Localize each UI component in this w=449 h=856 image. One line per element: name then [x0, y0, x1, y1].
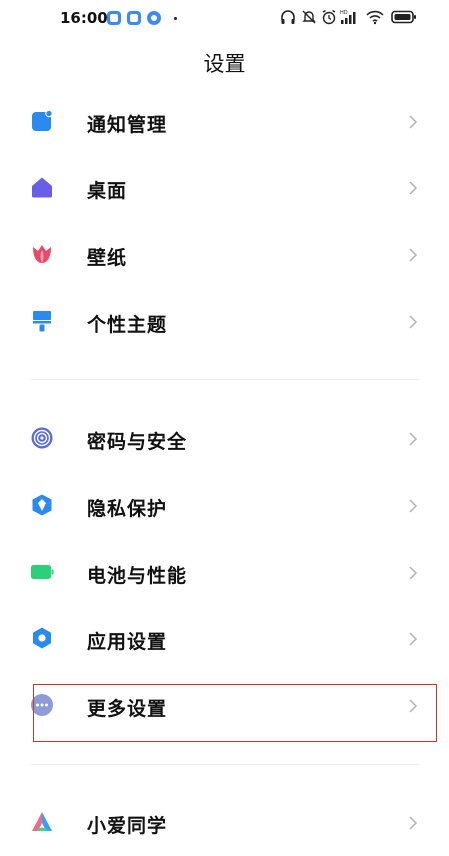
alarm-icon	[322, 9, 336, 25]
settings-item-app-settings[interactable]: 应用设置	[0, 606, 449, 672]
chevron-right-icon	[409, 181, 418, 195]
fingerprint-icon	[31, 427, 53, 449]
notification-icon	[32, 109, 53, 131]
battery-icon	[31, 565, 54, 579]
privacy-shield-icon	[32, 494, 52, 516]
battery-icon	[391, 10, 416, 24]
settings-item-label: 个性主题	[87, 314, 168, 336]
xiaoai-icon	[32, 812, 52, 831]
gear-icon	[33, 627, 51, 649]
settings-item-label: 应用设置	[87, 631, 168, 653]
settings-item-label: 桌面	[87, 180, 128, 202]
settings-item-notifications[interactable]: 通知管理	[0, 89, 449, 155]
settings-item-label: 隐私保护	[87, 498, 168, 520]
chevron-right-icon	[409, 632, 418, 646]
page-title: 设置	[203, 52, 246, 76]
settings-item-label: 电池与性能	[87, 565, 188, 587]
group-divider	[30, 764, 419, 765]
status-bar: 16:00 HD	[0, 0, 449, 36]
group-divider	[30, 379, 419, 380]
settings-item-label: 通知管理	[87, 114, 168, 136]
settings-item-label: 小爱同学	[87, 815, 168, 837]
settings-item-label: 密码与安全	[87, 431, 188, 453]
status-time: 16:00	[60, 9, 108, 27]
app-icon	[107, 11, 121, 25]
mute-icon	[302, 10, 316, 24]
settings-item-password-security[interactable]: 密码与安全	[0, 406, 449, 472]
chevron-right-icon	[409, 816, 418, 830]
settings-item-themes[interactable]: 个性主题	[0, 289, 449, 355]
chevron-right-icon	[409, 248, 418, 262]
home-icon	[32, 177, 52, 198]
chevron-right-icon	[409, 315, 418, 329]
chevron-right-icon	[409, 432, 418, 446]
settings-item-xiaoai[interactable]: 小爱同学	[0, 790, 449, 856]
settings-item-label: 壁纸	[87, 247, 128, 269]
hd-signal-icon: HD	[340, 10, 356, 24]
svg-text:HD: HD	[340, 10, 348, 16]
brush-icon	[33, 311, 51, 332]
chevron-right-icon	[409, 499, 418, 513]
tulip-icon	[33, 245, 51, 263]
settings-item-wallpaper[interactable]: 壁纸	[0, 222, 449, 288]
app-icon	[127, 11, 141, 25]
headphones-icon	[281, 10, 295, 24]
settings-item-privacy[interactable]: 隐私保护	[0, 473, 449, 539]
settings-item-desktop[interactable]: 桌面	[0, 155, 449, 221]
c-app-icon	[147, 11, 161, 25]
chevron-right-icon	[409, 566, 418, 580]
highlight-box	[33, 684, 437, 742]
status-dot	[174, 17, 177, 20]
wifi-icon	[366, 10, 384, 25]
settings-item-battery-performance[interactable]: 电池与性能	[0, 540, 449, 606]
chevron-right-icon	[409, 115, 418, 129]
